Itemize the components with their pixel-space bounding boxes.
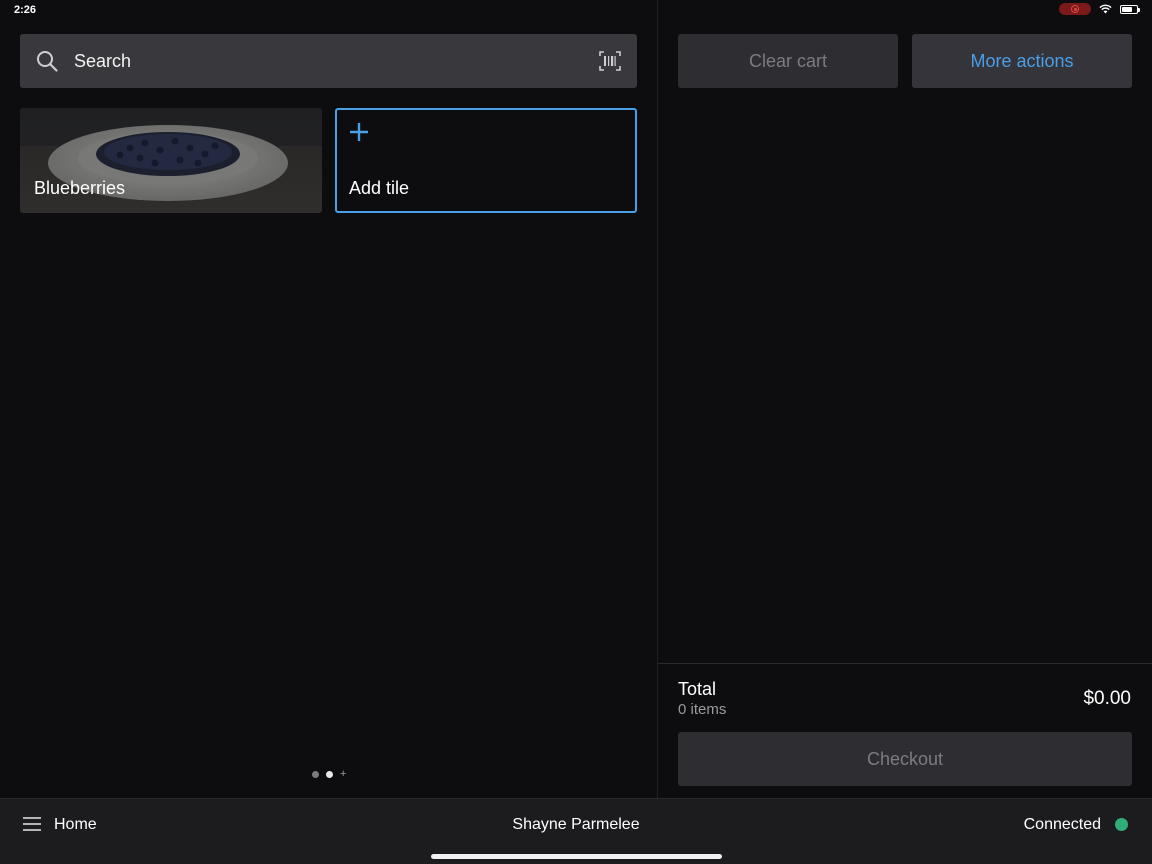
battery-icon <box>1120 4 1140 14</box>
home-indicator[interactable] <box>431 854 722 859</box>
add-tile-button[interactable]: Add tile <box>335 108 637 213</box>
product-grid-pane: Blueberries Add tile + <box>0 0 657 798</box>
page-dot-active[interactable] <box>326 771 333 778</box>
checkout-button[interactable]: Checkout <box>678 732 1132 786</box>
barcode-scan-icon[interactable] <box>599 51 621 71</box>
connection-status-dot <box>1115 818 1128 831</box>
more-actions-button[interactable]: More actions <box>912 34 1132 88</box>
page-dot[interactable] <box>312 771 319 778</box>
pane-divider <box>657 0 658 798</box>
search-icon <box>37 51 58 72</box>
total-amount: $0.00 <box>1083 688 1131 709</box>
bottom-nav-bar: Home Shayne Parmelee Connected <box>0 798 1152 864</box>
total-divider <box>658 663 1152 664</box>
pos-register-screen: 2:26 Search Blueberries Add tile + Clear… <box>0 0 1152 864</box>
wifi-icon <box>1099 4 1112 14</box>
search-bar[interactable] <box>20 34 637 88</box>
plus-icon <box>350 123 368 141</box>
items-count: 0 items <box>678 701 727 718</box>
item-tile-blueberries[interactable]: Blueberries <box>20 108 322 213</box>
screen-record-icon <box>1059 3 1091 15</box>
page-indicator[interactable]: + <box>312 769 346 780</box>
status-icons <box>1059 3 1140 15</box>
connection-status-label: Connected <box>1023 816 1101 833</box>
clear-cart-button[interactable]: Clear cart <box>678 34 898 88</box>
add-page-icon[interactable]: + <box>340 769 346 780</box>
total-label: Total <box>678 679 717 699</box>
tile-label: Add tile <box>349 178 410 198</box>
tile-label: Blueberries <box>34 178 126 198</box>
search-input[interactable] <box>74 34 554 88</box>
employee-name: Shayne Parmelee <box>512 816 640 833</box>
